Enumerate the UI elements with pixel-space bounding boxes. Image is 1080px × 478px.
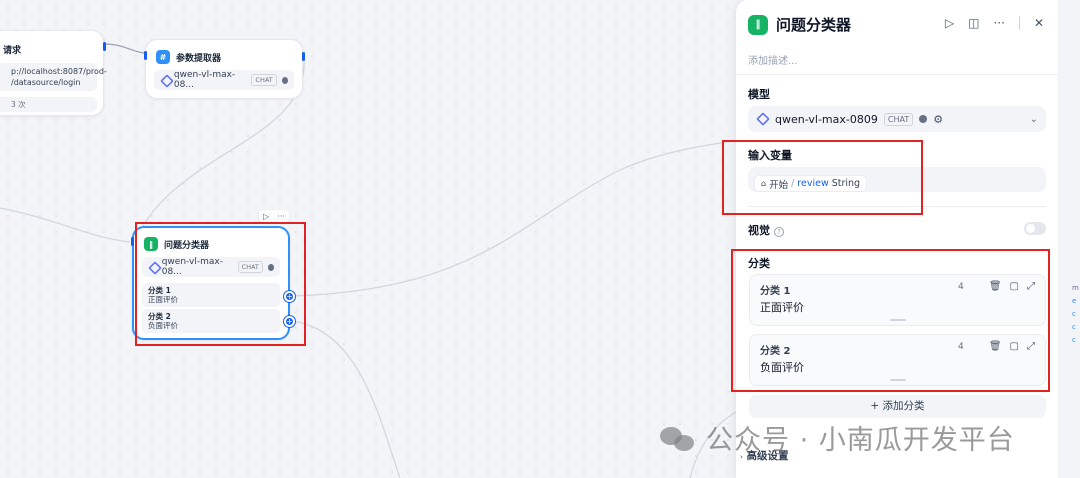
http-out-handle[interactable] bbox=[103, 42, 106, 51]
split-view-icon[interactable]: ◫ bbox=[968, 16, 979, 30]
model-logo-icon bbox=[160, 75, 169, 85]
http-request-node[interactable]: 请求 p://localhost:8087/prod- /datasource/… bbox=[0, 30, 107, 116]
classifier-icon: ‖ bbox=[748, 14, 768, 35]
node-config-panel: ‖ 问题分类器 ▷ ◫ ··· ✕ 添加描述... 模型 qwen-vl-max… bbox=[736, 0, 1058, 478]
side-links: m e c c c bbox=[1072, 282, 1079, 347]
help-icon[interactable]: ? bbox=[774, 227, 784, 237]
divider bbox=[1018, 16, 1020, 30]
more-icon[interactable]: ··· bbox=[993, 16, 1004, 30]
panel-title[interactable]: 问题分类器 bbox=[776, 14, 851, 35]
chat-badge: CHAT bbox=[251, 74, 277, 86]
add-class-button[interactable]: + 添加分类 bbox=[749, 395, 1046, 418]
watermark-text: 公众号 · 小南瓜开发平台 bbox=[706, 425, 1015, 456]
highlight-classifier-node bbox=[135, 222, 306, 346]
classifier-in-handle[interactable] bbox=[131, 237, 134, 246]
divider bbox=[736, 74, 1058, 75]
vision-eye-icon bbox=[919, 115, 928, 123]
description-input[interactable]: 添加描述... bbox=[748, 52, 798, 67]
close-icon[interactable]: ✕ bbox=[1034, 16, 1044, 30]
side-link[interactable]: m bbox=[1072, 282, 1079, 295]
param-node-header: # 参数提取器 bbox=[146, 40, 302, 70]
more-icon[interactable]: ··· bbox=[277, 212, 285, 221]
http-node-title: 请求 bbox=[3, 46, 22, 56]
chat-badge: CHAT bbox=[883, 112, 914, 126]
vision-eye-icon bbox=[281, 76, 289, 84]
run-icon[interactable]: ▷ bbox=[945, 16, 954, 30]
param-model-pill: qwen-vl-max-08... CHAT bbox=[154, 70, 294, 90]
model-name: qwen-vl-max-0809 bbox=[775, 112, 878, 126]
vision-label: 视觉? bbox=[748, 222, 784, 238]
param-node-title: 参数提取器 bbox=[176, 53, 222, 64]
side-link[interactable]: c bbox=[1072, 334, 1079, 347]
right-edge-strip: m e c c c bbox=[1058, 0, 1080, 478]
vision-toggle[interactable] bbox=[1024, 222, 1046, 235]
side-link[interactable]: e bbox=[1072, 295, 1079, 308]
highlight-input-variable bbox=[722, 140, 923, 215]
param-in-handle[interactable] bbox=[144, 51, 147, 60]
http-url-line2: /datasource/login bbox=[11, 78, 81, 87]
wechat-logo-icon bbox=[660, 423, 698, 453]
model-params-icon[interactable]: ⚙ bbox=[933, 113, 943, 126]
param-model-name: qwen-vl-max-08... bbox=[173, 70, 236, 90]
highlight-classes bbox=[731, 249, 1050, 392]
classifier-node-toolbar: ▷ ··· bbox=[259, 210, 289, 222]
edge-class1-out bbox=[291, 139, 741, 297]
panel-actions: ▷ ◫ ··· ✕ bbox=[945, 16, 1044, 30]
chevron-down-icon[interactable]: ⌄ bbox=[1030, 114, 1038, 125]
panel-header: ‖ 问题分类器 bbox=[748, 14, 851, 35]
side-link[interactable]: c bbox=[1072, 321, 1079, 334]
watermark: 公众号 · 小南瓜开发平台 bbox=[660, 418, 1015, 457]
param-extractor-icon: # bbox=[156, 50, 170, 64]
http-retry-text: 3 次 bbox=[11, 100, 26, 109]
http-retry: 3 次 bbox=[0, 97, 97, 112]
side-link[interactable]: c bbox=[1072, 308, 1079, 321]
http-url-box: p://localhost:8087/prod- /datasource/log… bbox=[0, 63, 107, 91]
http-url-line1: p://localhost:8087/prod- bbox=[11, 67, 107, 76]
model-label: 模型 bbox=[748, 88, 770, 101]
vision-label-text: 视觉 bbox=[748, 224, 770, 237]
edge-class2-out bbox=[291, 320, 401, 478]
run-icon[interactable]: ▷ bbox=[263, 212, 269, 221]
param-extractor-node[interactable]: # 参数提取器 qwen-vl-max-08... CHAT bbox=[145, 39, 303, 99]
edge-left-to-classifier bbox=[0, 207, 131, 243]
param-out-handle[interactable] bbox=[302, 52, 305, 61]
model-logo-icon bbox=[756, 113, 769, 126]
model-selector[interactable]: qwen-vl-max-0809 CHAT ⚙ ⌄ bbox=[748, 106, 1046, 132]
